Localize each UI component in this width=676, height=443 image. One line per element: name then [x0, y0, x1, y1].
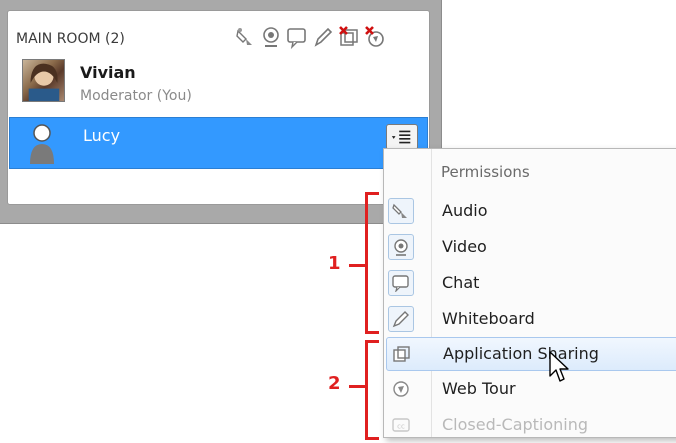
room-toolbar: [234, 25, 386, 50]
whiteboard-icon: [388, 306, 414, 332]
user-name: Lucy: [83, 126, 121, 145]
permissions-menu: Permissions Audio Video Chat Whiteboard …: [383, 148, 676, 438]
menu-item-whiteboard[interactable]: Whiteboard: [386, 303, 676, 337]
user-row-lucy[interactable]: Lucy: [9, 117, 428, 169]
cc-icon: cc: [388, 412, 414, 438]
annotation-tick-1: [349, 264, 365, 267]
menu-item-audio[interactable]: Audio: [386, 195, 676, 229]
menu-header: Permissions: [441, 163, 530, 181]
whiteboard-icon[interactable]: [312, 25, 334, 49]
user-menu-button[interactable]: [386, 124, 418, 150]
web-tour-disabled-icon[interactable]: [364, 25, 386, 49]
web-tour-icon: [388, 376, 414, 402]
annotation-label-1: 1: [328, 253, 341, 274]
menu-item-web-tour[interactable]: Web Tour: [386, 373, 676, 407]
user-row-vivian[interactable]: Vivian Moderator (You): [9, 57, 428, 109]
annotation-bracket-1: [365, 192, 379, 334]
app-sharing-disabled-icon[interactable]: [338, 25, 360, 49]
avatar: [22, 59, 65, 102]
svg-text:cc: cc: [397, 423, 405, 431]
menu-item-chat[interactable]: Chat: [386, 267, 676, 301]
menu-item-label: Whiteboard: [442, 309, 535, 328]
menu-item-label: Chat: [442, 273, 480, 292]
mouse-cursor-icon: [549, 351, 569, 382]
menu-item-label: Video: [442, 237, 487, 256]
menu-item-label: Closed-Captioning: [442, 415, 589, 434]
menu-item-video[interactable]: Video: [386, 231, 676, 265]
app-sharing-icon: [389, 341, 415, 367]
menu-item-application-sharing[interactable]: Application Sharing: [386, 337, 676, 371]
menu-item-label: Web Tour: [442, 379, 516, 398]
annotation-label-2: 2: [328, 373, 341, 394]
menu-item-label: Application Sharing: [443, 344, 599, 363]
user-role: Moderator (You): [80, 88, 192, 104]
chat-icon[interactable]: [286, 25, 308, 50]
room-panel: MAIN ROOM (2) Vivian Moderator (You) Luc…: [0, 0, 442, 224]
room-title: MAIN ROOM (2): [16, 31, 125, 47]
annotation-bracket-2: [365, 340, 379, 440]
room-list: MAIN ROOM (2) Vivian Moderator (You) Luc…: [7, 10, 430, 205]
audio-icon: [388, 198, 414, 224]
user-name: Vivian: [80, 63, 136, 82]
video-icon[interactable]: [260, 25, 282, 49]
annotation-tick-2: [349, 385, 365, 388]
menu-list-icon: [391, 130, 411, 144]
audio-icon[interactable]: [234, 25, 256, 49]
menu-item-closed-captioning: cc Closed-Captioning: [386, 409, 676, 443]
menu-item-label: Audio: [442, 201, 488, 220]
default-user-icon: [30, 124, 54, 164]
video-icon: [388, 234, 414, 260]
chat-icon: [388, 270, 414, 296]
